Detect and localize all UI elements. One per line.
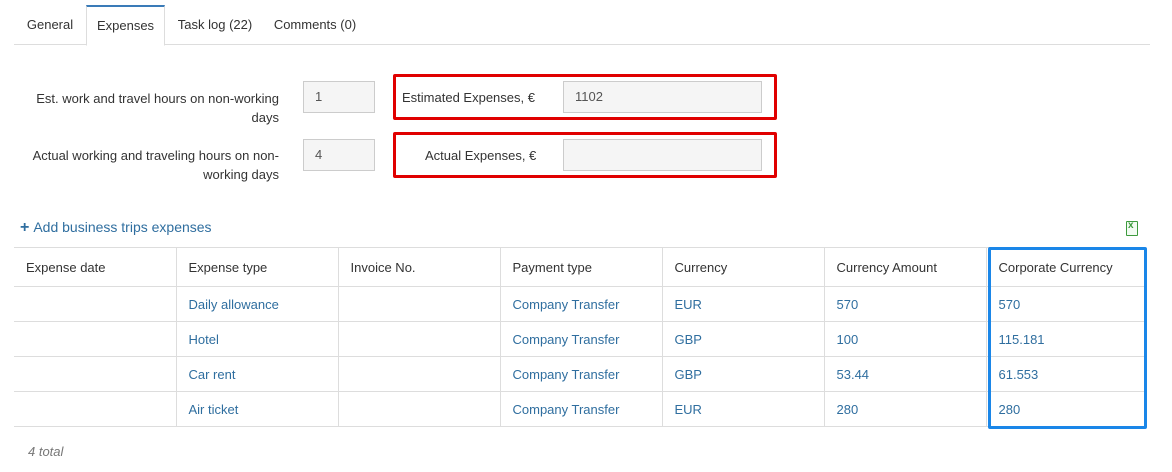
cell-currency[interactable]: EUR	[661, 286, 825, 322]
est-hours-field: 1	[303, 81, 375, 113]
cell-corporate-currency[interactable]: 61.553	[985, 356, 1145, 392]
cell-currency-amount[interactable]: 100	[823, 321, 987, 357]
total-count: 4 total	[28, 444, 64, 459]
tab-task-log[interactable]: Task log (22)	[165, 5, 265, 45]
cell-expense-type[interactable]: Air ticket	[175, 391, 339, 427]
cell-invoice-no	[337, 356, 501, 392]
tab-expenses[interactable]: Expenses	[86, 5, 165, 46]
header-currency-amount[interactable]: Currency Amount	[823, 247, 987, 287]
cell-currency[interactable]: GBP	[661, 356, 825, 392]
cell-expense-date	[14, 321, 177, 357]
cell-expense-type[interactable]: Car rent	[175, 356, 339, 392]
cell-currency[interactable]: EUR	[661, 391, 825, 427]
cell-expense-date	[14, 391, 177, 427]
cell-expense-date	[14, 356, 177, 392]
excel-export-icon[interactable]: x	[1126, 220, 1138, 236]
actual-hours-field: 4	[303, 139, 375, 171]
estimated-expenses-label: Estimated Expenses, €	[402, 90, 535, 105]
tab-general[interactable]: General	[14, 5, 86, 45]
cell-currency-amount[interactable]: 53.44	[823, 356, 987, 392]
table-header-row: Expense date Expense type Invoice No. Pa…	[14, 247, 1145, 287]
cell-invoice-no	[337, 391, 501, 427]
table-row[interactable]: Daily allowance Company Transfer EUR 570…	[14, 286, 1145, 322]
estimated-expenses-field[interactable]: 1102	[563, 81, 762, 113]
header-expense-date[interactable]: Expense date	[14, 247, 177, 287]
header-invoice-no[interactable]: Invoice No.	[337, 247, 501, 287]
cell-payment-type[interactable]: Company Transfer	[499, 286, 663, 322]
plus-icon: +	[20, 219, 30, 236]
table-row[interactable]: Air ticket Company Transfer EUR 280 280	[14, 391, 1145, 427]
cell-invoice-no	[337, 321, 501, 357]
add-expenses-label: Add business trips expenses	[33, 219, 212, 235]
cell-expense-type[interactable]: Daily allowance	[175, 286, 339, 322]
cell-currency[interactable]: GBP	[661, 321, 825, 357]
cell-currency-amount[interactable]: 570	[823, 286, 987, 322]
table-row[interactable]: Car rent Company Transfer GBP 53.44 61.5…	[14, 356, 1145, 392]
header-corporate-currency[interactable]: Corporate Currency	[985, 247, 1145, 287]
header-payment-type[interactable]: Payment type	[499, 247, 663, 287]
expenses-table: Expense date Expense type Invoice No. Pa…	[14, 247, 1145, 427]
actual-expenses-label: Actual Expenses, €	[425, 148, 537, 163]
cell-expense-type[interactable]: Hotel	[175, 321, 339, 357]
cell-payment-type[interactable]: Company Transfer	[499, 321, 663, 357]
add-business-trip-expenses-link[interactable]: + Add business trips expenses	[20, 219, 212, 237]
cell-corporate-currency[interactable]: 280	[985, 391, 1145, 427]
cell-corporate-currency[interactable]: 570	[985, 286, 1145, 322]
cell-expense-date	[14, 286, 177, 322]
cell-invoice-no	[337, 286, 501, 322]
tab-bar: General Expenses Task log (22) Comments …	[14, 5, 1150, 46]
header-currency[interactable]: Currency	[661, 247, 825, 287]
actual-expenses-field[interactable]	[563, 139, 762, 171]
cell-payment-type[interactable]: Company Transfer	[499, 391, 663, 427]
cell-currency-amount[interactable]: 280	[823, 391, 987, 427]
actual-hours-label: Actual working and traveling hours on no…	[32, 148, 279, 182]
cell-corporate-currency[interactable]: 115.181	[985, 321, 1145, 357]
est-hours-label: Est. work and travel hours on non-workin…	[36, 91, 279, 125]
header-expense-type[interactable]: Expense type	[175, 247, 339, 287]
table-row[interactable]: Hotel Company Transfer GBP 100 115.181	[14, 321, 1145, 357]
tab-comments[interactable]: Comments (0)	[265, 5, 365, 45]
cell-payment-type[interactable]: Company Transfer	[499, 356, 663, 392]
